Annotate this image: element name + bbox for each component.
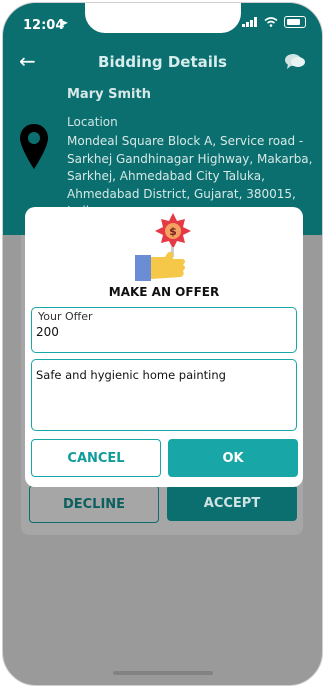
chat-icon[interactable] — [284, 53, 306, 75]
decline-button[interactable]: DECLINE — [29, 485, 159, 523]
cancel-button[interactable]: CANCEL — [31, 439, 161, 477]
status-bar: 12:04 ➤ — [3, 3, 322, 43]
location-arrow-icon: ➤ — [60, 18, 69, 29]
signal-icon — [242, 17, 257, 27]
bidder-name: Mary Smith — [67, 87, 151, 102]
notch — [85, 3, 241, 33]
offer-label: Your Offer — [38, 310, 93, 323]
offer-dialog: $ MAKE AN OFFER Your Offer 200 Safe and … — [25, 207, 303, 487]
svg-text:$: $ — [169, 225, 177, 238]
offer-amount-field[interactable]: Your Offer 200 — [31, 307, 297, 353]
offer-note-input[interactable]: Safe and hygienic home painting — [36, 368, 226, 382]
dialog-title: MAKE AN OFFER — [108, 285, 220, 299]
offer-amount-input[interactable]: 200 — [36, 325, 59, 339]
location-label: Location — [67, 115, 118, 129]
offer-hand-icon: $ — [135, 211, 195, 287]
phone-frame: 12:04 ➤ ← Bidding Details Mary Smith Loc… — [2, 2, 323, 686]
battery-icon — [284, 16, 306, 28]
page-title: Bidding Details — [98, 53, 227, 71]
home-indicator — [113, 671, 213, 675]
offer-note-field[interactable]: Safe and hygienic home painting — [31, 359, 297, 431]
accept-button[interactable]: ACCEPT — [167, 485, 297, 521]
app-bar: ← Bidding Details — [3, 45, 322, 81]
status-icons — [242, 16, 306, 28]
wifi-icon — [264, 17, 278, 27]
location-pin-icon — [19, 123, 49, 175]
ok-button[interactable]: OK — [168, 439, 298, 477]
status-time: 12:04 — [23, 18, 65, 33]
